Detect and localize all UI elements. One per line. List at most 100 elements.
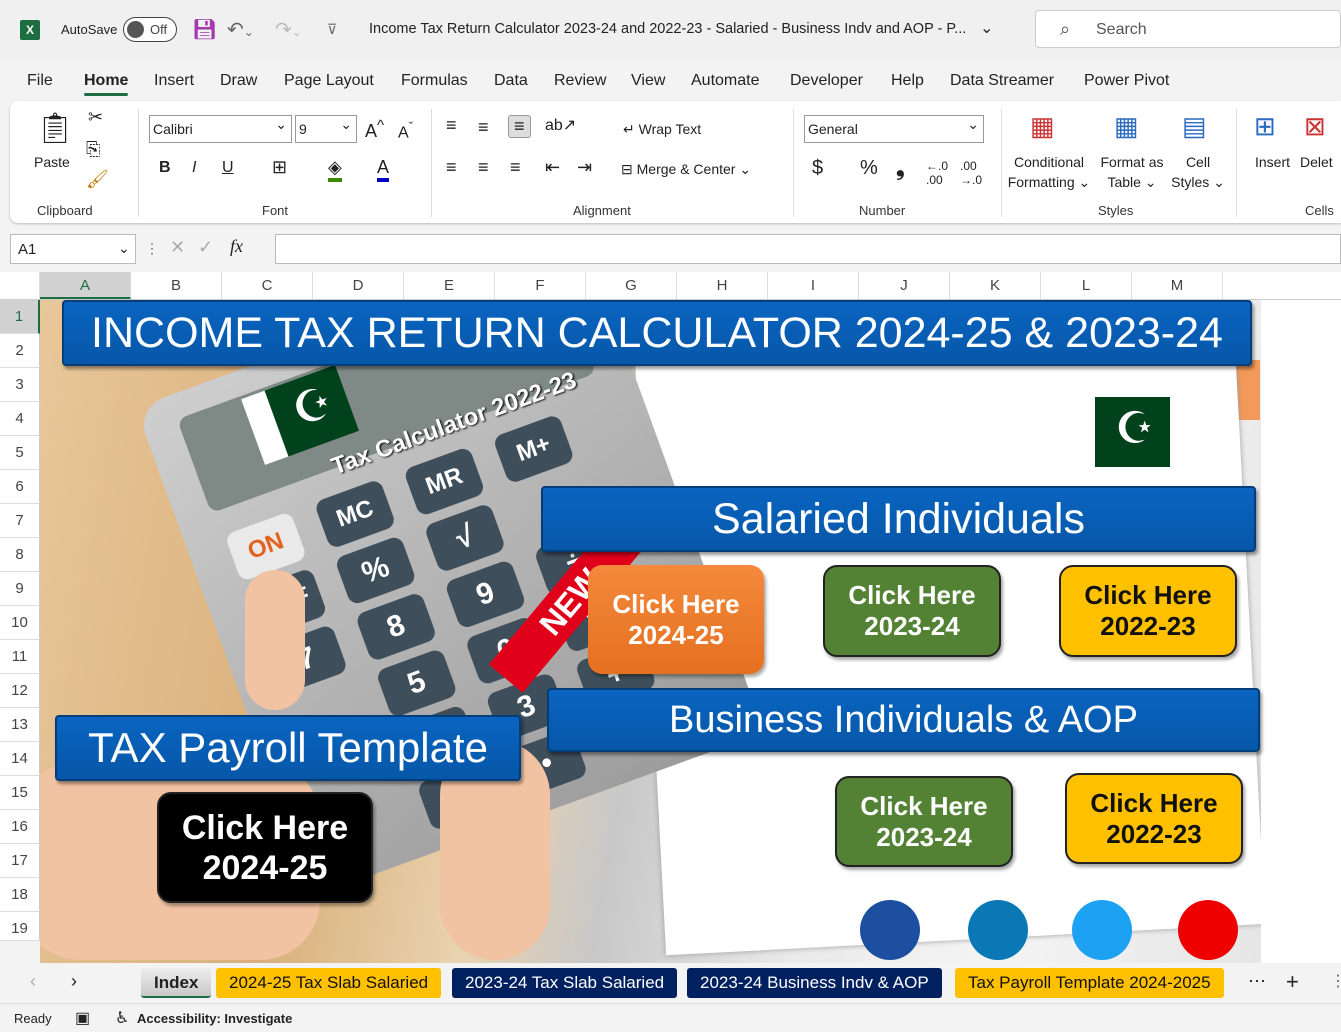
wrap-text-button[interactable]: ↵ Wrap Text [623,121,701,138]
column-header-K[interactable]: K [950,272,1041,299]
increase-indent-icon[interactable]: ⇥ [577,157,592,178]
column-header-C[interactable]: C [222,272,313,299]
chevron-down-icon[interactable]: ⌄ [980,18,993,38]
align-top-icon[interactable]: ≡ [446,115,457,136]
tab-insert[interactable]: Insert [154,72,194,90]
align-center-icon[interactable]: ≡ [478,157,489,178]
decrease-font-icon[interactable]: Aˇ [398,119,413,142]
conditional-formatting-button[interactable]: Conditional Formatting ⌄ [1006,152,1092,192]
font-color-icon[interactable]: A [377,157,390,182]
column-header-D[interactable]: D [313,272,404,299]
sheet-tab-business[interactable]: 2023-24 Business Indv & AOP [687,968,942,998]
underline-button[interactable]: U [222,159,234,177]
row-header-16[interactable]: 16 [0,810,40,844]
cell-styles-button[interactable]: Cell Styles ⌄ [1170,152,1226,192]
percent-button[interactable]: % [860,157,878,180]
italic-button[interactable]: I [192,159,196,177]
bold-button[interactable]: B [159,159,171,177]
increase-decimal-icon[interactable]: ←.0.00 [926,159,948,187]
scroll-tabs-right-icon[interactable]: › [71,971,77,992]
payroll-2024-25-button[interactable]: Click Here 2024-25 [157,792,373,903]
salaried-2023-24-button[interactable]: Click Here 2023-24 [823,565,1001,657]
splitter-handle[interactable]: ⋮ [1330,971,1341,991]
column-header-G[interactable]: G [586,272,677,299]
redo-icon[interactable]: ↷⌄ [275,17,302,42]
column-header-B[interactable]: B [131,272,222,299]
delete-cells-icon[interactable]: ⊠ [1304,111,1326,142]
merge-center-button[interactable]: ⊟ Merge & Center ⌄ [621,161,751,178]
increase-font-icon[interactable]: A^ [365,117,384,142]
insert-cells-button[interactable]: Insert [1255,154,1290,170]
decrease-decimal-icon[interactable]: .00 →.0 [960,159,982,187]
more-sheets-icon[interactable]: ⋯ [1248,971,1266,992]
row-header-7[interactable]: 7 [0,504,40,538]
font-size-select[interactable]: 9 [295,115,357,143]
column-header-H[interactable]: H [677,272,768,299]
delete-cells-button[interactable]: Delet [1300,154,1333,170]
align-right-icon[interactable]: ≡ [510,157,521,178]
row-header-6[interactable]: 6 [0,470,40,504]
format-as-table-button[interactable]: Format as Table ⌄ [1096,152,1168,192]
macro-recorder-icon[interactable]: ▣ [75,1008,90,1028]
row-header-3[interactable]: 3 [0,368,40,402]
tab-draw[interactable]: Draw [220,72,257,90]
enter-icon[interactable]: ✓ [198,237,213,258]
orientation-icon[interactable]: ab↗ [545,115,576,135]
row-header-8[interactable]: 8 [0,538,40,572]
tab-file[interactable]: File [27,72,53,90]
cut-icon[interactable]: ✂ [88,107,103,128]
tab-help[interactable]: Help [891,72,924,90]
column-header-A[interactable]: A [40,272,131,299]
scroll-tabs-left-icon[interactable]: ‹ [30,971,36,992]
select-all-corner[interactable] [0,272,40,299]
tab-automate[interactable]: Automate [691,72,759,90]
align-middle-icon[interactable]: ≡ [478,117,489,138]
column-header-J[interactable]: J [859,272,950,299]
row-header-18[interactable]: 18 [0,878,40,912]
row-header-4[interactable]: 4 [0,402,40,436]
name-box-chevron-icon[interactable]: ⌄ [118,240,130,257]
insert-function-button[interactable]: fx [230,236,243,257]
column-header-F[interactable]: F [495,272,586,299]
sheet-tab-payroll[interactable]: Tax Payroll Template 2024-2025 [955,968,1224,998]
autosave-toggle[interactable]: Off [123,17,177,42]
tab-data[interactable]: Data [494,72,528,90]
row-header-11[interactable]: 11 [0,640,40,674]
borders-icon[interactable]: ⊞ [272,157,287,178]
add-sheet-icon[interactable]: + [1286,969,1299,995]
business-2023-24-button[interactable]: Click Here 2023-24 [835,776,1013,867]
sheet-tab-2024-25-slab[interactable]: 2024-25 Tax Slab Salaried [216,968,442,998]
row-header-19[interactable]: 19 [0,912,40,941]
accessibility-status[interactable]: Accessibility: Investigate [137,1011,292,1026]
tab-formulas[interactable]: Formulas [401,72,468,90]
font-name-select[interactable]: Calibri [149,115,292,143]
tab-review[interactable]: Review [554,72,606,90]
row-header-14[interactable]: 14 [0,742,40,776]
column-header-E[interactable]: E [404,272,495,299]
format-as-table-icon[interactable]: ▦ [1114,111,1139,142]
paste-button[interactable]: Paste [34,154,70,170]
cell-styles-icon[interactable]: ▤ [1182,111,1207,142]
formula-input[interactable] [275,234,1341,264]
conditional-formatting-icon[interactable]: ▦ [1030,111,1055,142]
salaried-2022-23-button[interactable]: Click Here 2022-23 [1059,565,1237,657]
row-header-13[interactable]: 13 [0,708,40,742]
align-bottom-icon[interactable]: ≡ [508,115,531,138]
row-header-15[interactable]: 15 [0,776,40,810]
paste-icon[interactable]: 📋︎ [36,111,74,146]
row-header-10[interactable]: 10 [0,606,40,640]
fill-color-icon[interactable]: ◈ [328,157,342,182]
row-header-1[interactable]: 1 [0,300,40,334]
tab-view[interactable]: View [631,72,665,90]
decrease-indent-icon[interactable]: ⇤ [545,157,560,178]
copy-icon[interactable]: ⎘ [86,139,100,160]
search-input[interactable]: ⌕ Search [1035,10,1341,48]
column-header-M[interactable]: M [1132,272,1223,299]
row-header-17[interactable]: 17 [0,844,40,878]
insert-cells-icon[interactable]: ⊞ [1254,111,1276,142]
column-header-L[interactable]: L [1041,272,1132,299]
sheet-tab-index[interactable]: Index [141,968,212,998]
number-format-select[interactable]: General [804,115,984,143]
tab-home[interactable]: Home [84,72,129,96]
tab-page-layout[interactable]: Page Layout [284,72,374,90]
